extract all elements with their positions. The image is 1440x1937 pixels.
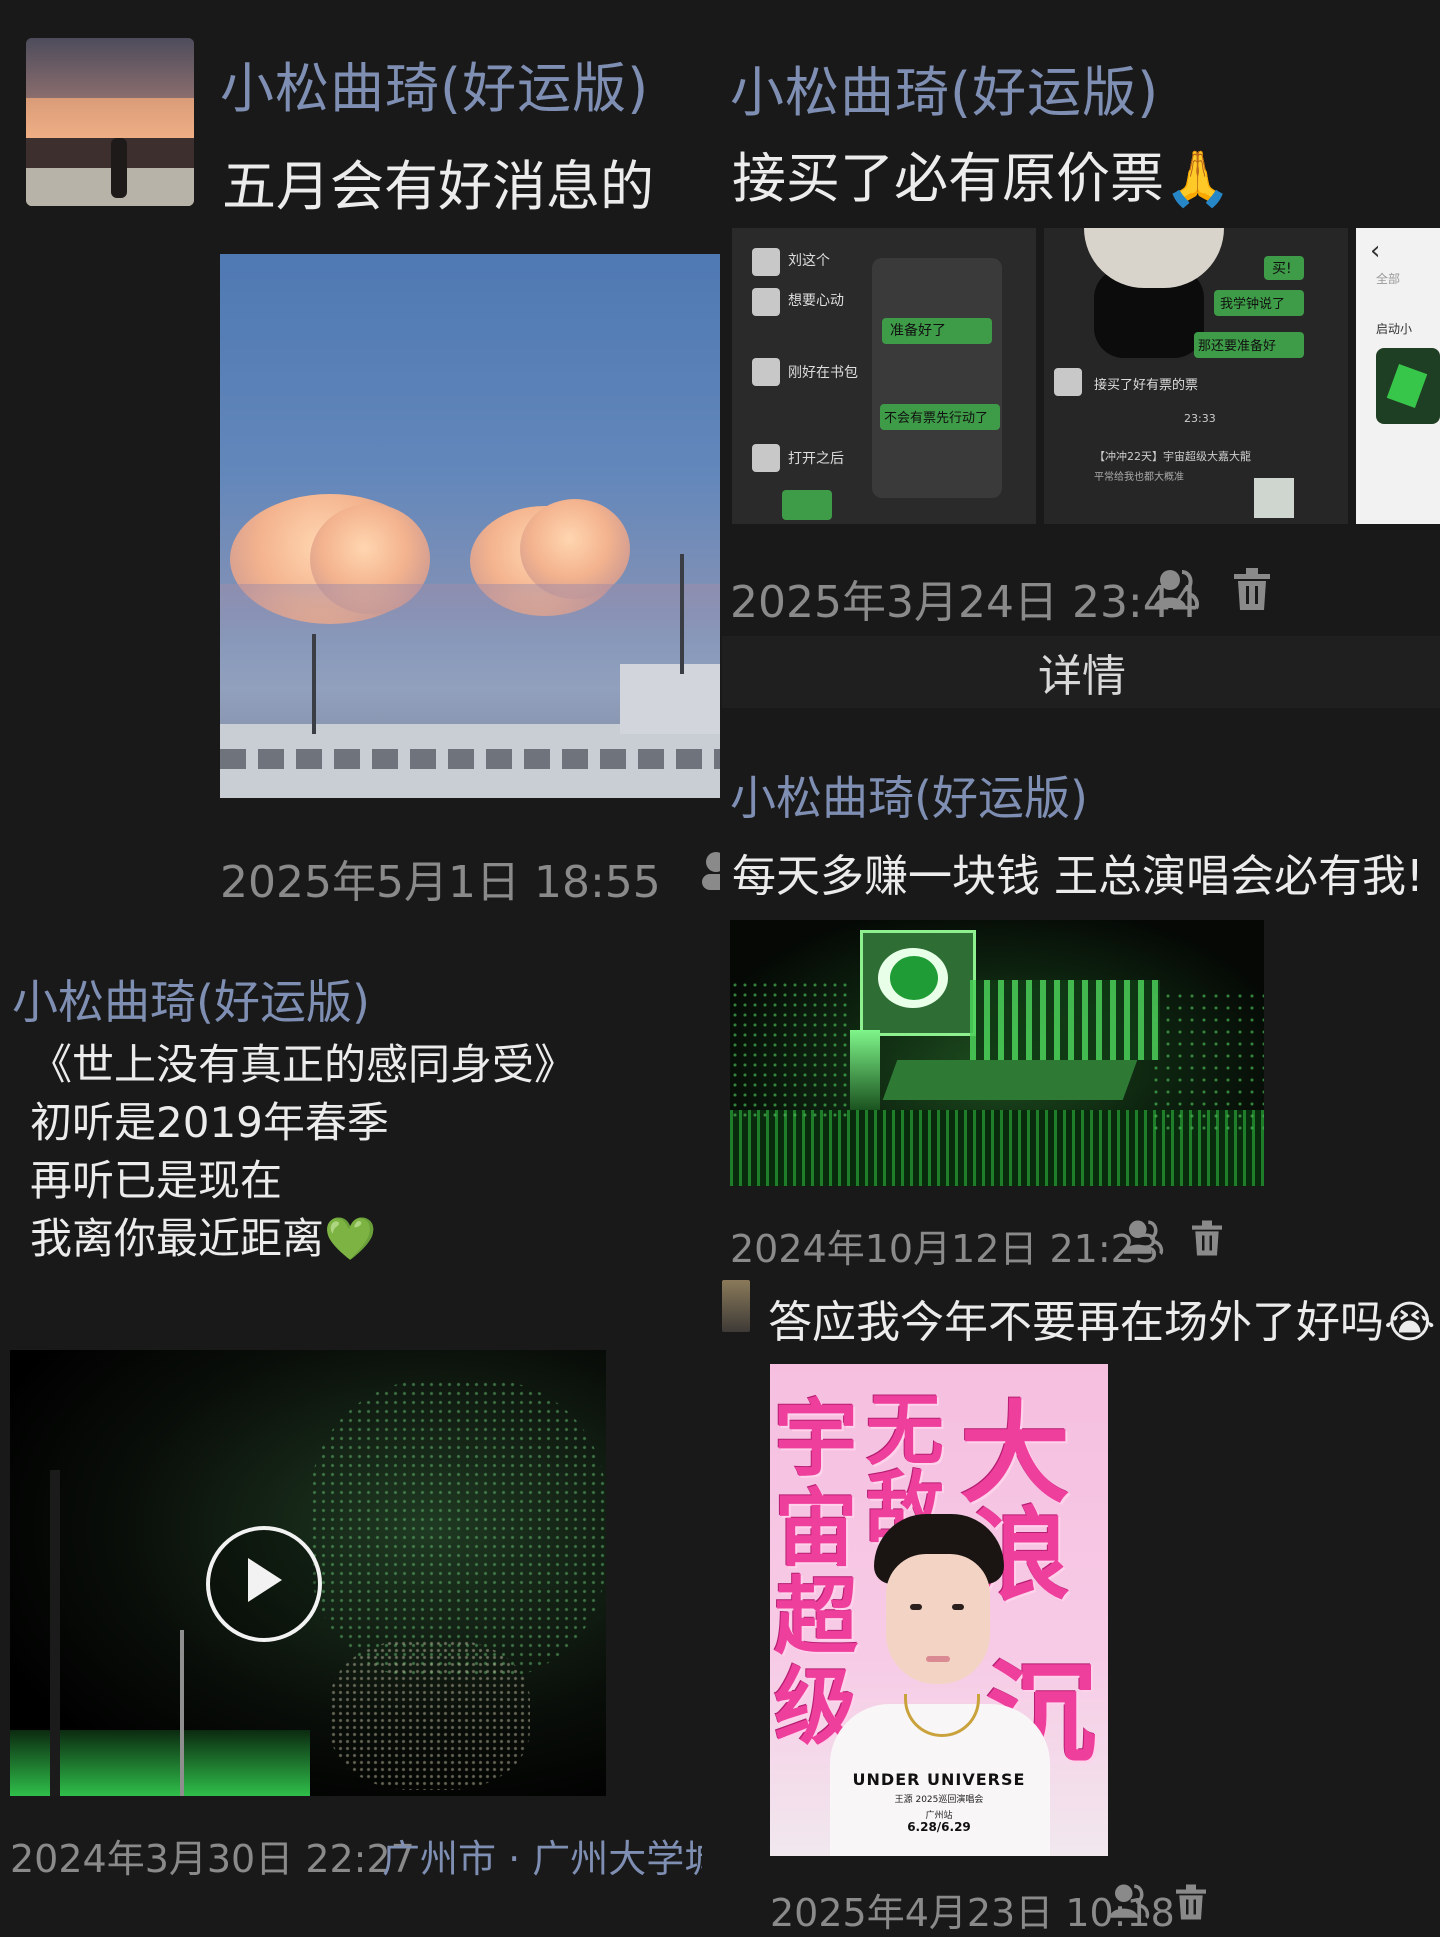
post-author[interactable]: 小松曲琦(好运版) bbox=[730, 48, 1159, 127]
post-author[interactable]: 小松曲琦(好运版) bbox=[220, 44, 649, 123]
video-thumbnail[interactable] bbox=[10, 1350, 606, 1796]
person-icon[interactable] bbox=[696, 850, 720, 894]
post-text: 每天多赚一块钱 王总演唱会必有我! bbox=[732, 851, 1424, 902]
chat-line: 接买了好有票的票 bbox=[1094, 378, 1199, 393]
details-label: 详情 bbox=[1038, 651, 1126, 702]
post-time: 2024年10月12日 21:23 bbox=[730, 1227, 1160, 1271]
sky-photo[interactable] bbox=[220, 254, 720, 798]
chat-line: 启动小 bbox=[1376, 322, 1413, 336]
chat-screenshot-2[interactable]: 买! 我学钟说了 那还要准备好 接买了好有票的票 23:33 【冲冲22天】宇宙… bbox=[1044, 228, 1348, 524]
post-author[interactable]: 小松曲琦(好运版) bbox=[730, 762, 1088, 828]
chat-line: 那还要准备好 bbox=[1198, 339, 1277, 354]
play-icon[interactable] bbox=[206, 1526, 322, 1642]
person-icon[interactable] bbox=[1122, 1220, 1164, 1256]
chat-line: 买! bbox=[1272, 261, 1292, 277]
trash-icon[interactable] bbox=[1192, 1220, 1222, 1256]
poem-line: 我离你最近距离💚 bbox=[30, 1214, 377, 1263]
chat-line: 刘这个 bbox=[788, 253, 830, 269]
poster-subtitle: 王源 2025巡回演唱会 bbox=[894, 1795, 984, 1805]
chat-line: 想要心动 bbox=[788, 293, 844, 309]
person-icon[interactable] bbox=[1108, 1884, 1150, 1920]
poem-line: 《世上没有真正的感同身受》 bbox=[30, 1040, 577, 1089]
chat-screenshot-1[interactable]: 刘这个 想要心动 刚好在书包 准备好了 不会有票先行动了 打开之后 bbox=[732, 228, 1036, 524]
concert-poster[interactable]: 宇 宙 超 级 无 敌 大 浪 沉 UNDER UNIVERSE 王源 2025… bbox=[770, 1364, 1108, 1856]
person-icon[interactable] bbox=[1152, 570, 1200, 610]
chat-line: 刚好在书包 bbox=[788, 365, 858, 381]
details-bar[interactable]: 详情 bbox=[722, 636, 1440, 708]
chat-line: 23:33 bbox=[1184, 412, 1216, 425]
post-time: 2025年3月24日 23:44 bbox=[730, 577, 1199, 628]
post-time: 2024年3月30日 22:27 bbox=[10, 1837, 415, 1881]
chat-line: 【冲冲22天】宇宙超级大嘉大龍 bbox=[1094, 450, 1251, 463]
post-text: 接买了必有原价票🙏 bbox=[732, 147, 1232, 210]
chat-line: 准备好了 bbox=[890, 323, 946, 339]
post-location[interactable]: 广州市 · 广州大学城 bbox=[382, 1828, 702, 1883]
poem-line: 再听已是现在 bbox=[30, 1156, 283, 1205]
chat-line: 打开之后 bbox=[788, 451, 844, 467]
chat-line: 我学钟说了 bbox=[1220, 297, 1286, 312]
avatar[interactable] bbox=[26, 38, 194, 206]
avatar[interactable] bbox=[722, 1280, 750, 1332]
trash-icon[interactable] bbox=[1176, 1884, 1206, 1920]
poster-dates: 6.28/6.29 bbox=[907, 1820, 971, 1834]
post-author[interactable]: 小松曲琦(好运版) bbox=[12, 966, 370, 1032]
chat-line: 全部 bbox=[1376, 272, 1401, 286]
poem-line: 初听是2019年春季 bbox=[30, 1098, 389, 1147]
post-time: 2025年5月1日 18:55 bbox=[220, 857, 661, 908]
chat-line: 平常给我也都大概准 bbox=[1094, 472, 1184, 483]
concert-stage-image[interactable] bbox=[730, 920, 1264, 1186]
trash-icon[interactable] bbox=[1234, 568, 1270, 610]
chat-line: 不会有票先行动了 bbox=[884, 411, 989, 426]
post-text: 五月会有好消息的 bbox=[222, 155, 654, 218]
post-text: 答应我今年不要再在场外了好吗😭 bbox=[768, 1297, 1436, 1348]
chat-screenshot-3[interactable]: ‹ 全部 启动小 bbox=[1356, 228, 1440, 524]
post-poem: 《世上没有真正的感同身受》 初听是2019年春季 再听已是现在 我离你最近距离💚 bbox=[30, 1036, 576, 1268]
poster-title: UNDER UNIVERSE bbox=[852, 1770, 1026, 1789]
